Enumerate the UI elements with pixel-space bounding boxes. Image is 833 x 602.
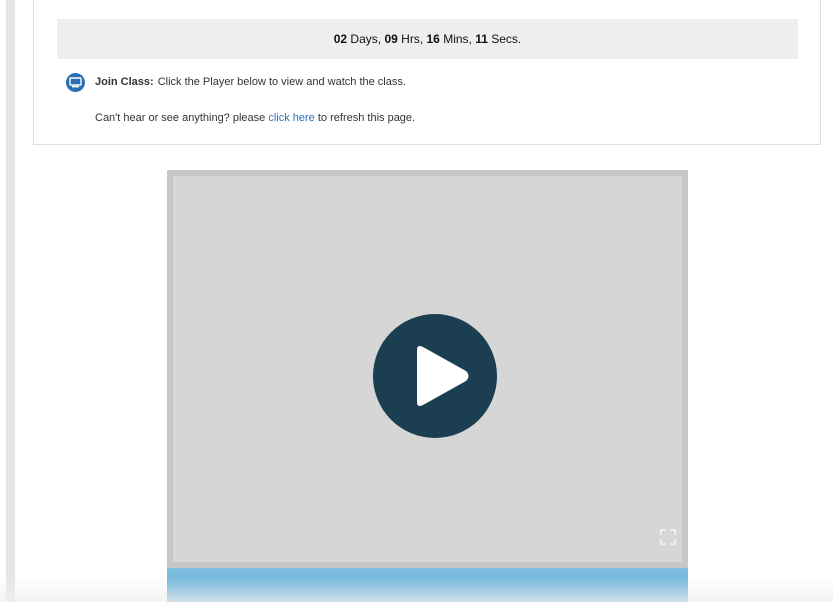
play-button[interactable] [373, 314, 497, 438]
refresh-hint-text-after: to refresh this page. [317, 112, 416, 124]
join-class-row: Join Class: Click the Player below to vi… [66, 72, 406, 92]
refresh-hint-text-before: Can't hear or see anything? please [95, 112, 266, 124]
video-player[interactable] [167, 170, 688, 568]
countdown-hours-label: Hrs, [401, 32, 424, 46]
player-control-bar[interactable] [167, 568, 688, 602]
join-class-label: Join Class: [95, 76, 154, 88]
play-icon [417, 346, 469, 406]
refresh-link[interactable]: click here [268, 112, 314, 124]
join-class-text: Click the Player below to view and watch… [157, 76, 406, 88]
refresh-hint: Can't hear or see anything? please click… [95, 112, 415, 124]
countdown-hours-value: 09 [384, 32, 398, 46]
countdown-mins-value: 16 [426, 32, 440, 46]
countdown-days-value: 02 [333, 32, 348, 46]
expand-icon[interactable] [659, 528, 677, 546]
countdown-secs-value: 11 [475, 32, 488, 46]
countdown-days-label: Days, [350, 32, 382, 46]
countdown-mins-label: Mins, [443, 32, 472, 46]
countdown-secs-label: Secs. [491, 32, 522, 46]
countdown-timer: 02 Days, 09 Hrs, 16 Mins, 11 Secs. [57, 19, 798, 59]
video-screen[interactable] [173, 176, 682, 562]
monitor-icon [66, 72, 85, 92]
left-sidebar-rail [6, 0, 15, 602]
